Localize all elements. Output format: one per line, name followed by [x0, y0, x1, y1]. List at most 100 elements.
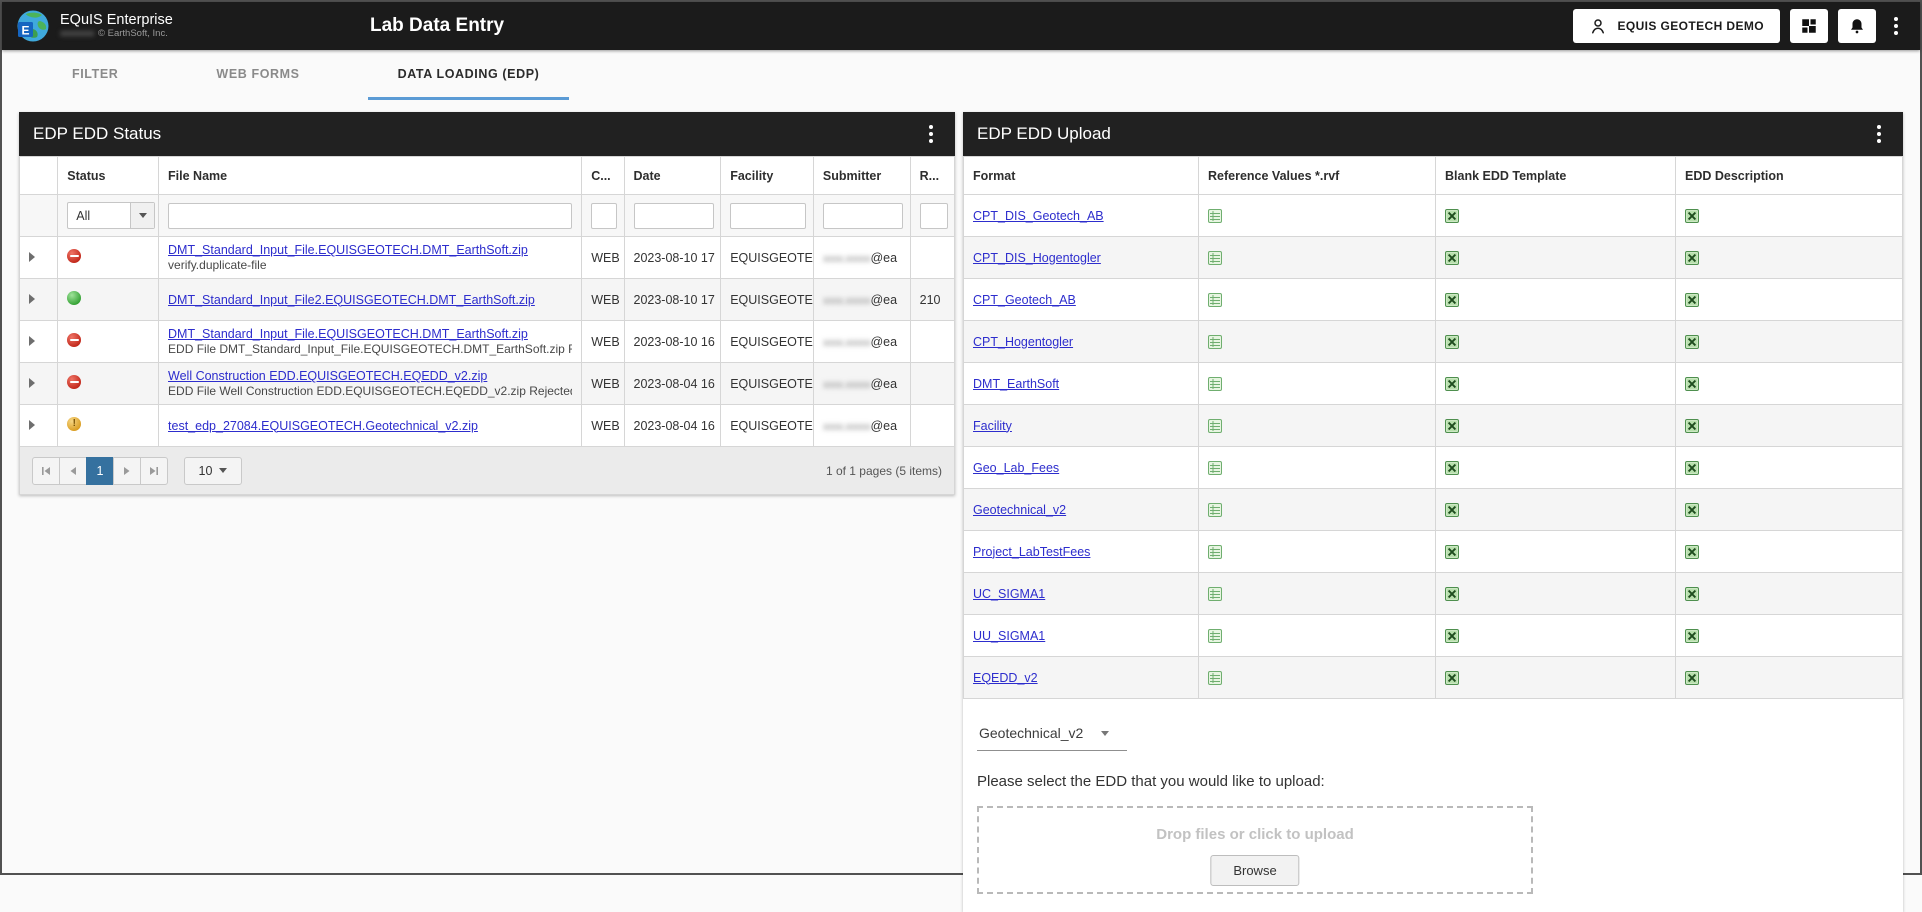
browse-button[interactable]: Browse	[1210, 855, 1299, 886]
user-menu-button[interactable]: EQUIS GEOTECH DEMO	[1573, 9, 1780, 43]
edd-file-link[interactable]: DMT_Standard_Input_File.EQUISGEOTECH.DMT…	[168, 243, 572, 257]
format-link[interactable]: CPT_Geotech_AB	[973, 293, 1189, 307]
rvf-table-icon[interactable]	[1208, 544, 1222, 558]
excel-file-icon[interactable]	[1445, 670, 1459, 684]
submitter-suffix: @ea	[870, 419, 897, 433]
rvf-table-icon[interactable]	[1208, 250, 1222, 264]
format-select-dropdown[interactable]: Geotechnical_v2	[977, 721, 1127, 751]
excel-file-icon[interactable]	[1445, 376, 1459, 390]
format-link[interactable]: CPT_DIS_Hogentogler	[973, 251, 1189, 265]
format-link[interactable]: Geo_Lab_Fees	[973, 461, 1189, 475]
rvf-table-icon[interactable]	[1208, 334, 1222, 348]
edd-file-link[interactable]: DMT_Standard_Input_File.EQUISGEOTECH.DMT…	[168, 327, 572, 341]
expand-row-icon[interactable]	[29, 420, 35, 430]
excel-file-icon[interactable]	[1445, 544, 1459, 558]
cell-submitter: xxxx.xxxxx@ea	[813, 279, 910, 321]
notifications-button[interactable]	[1838, 9, 1876, 43]
status-filter-select[interactable]: All	[67, 202, 155, 229]
r-filter-input[interactable]	[920, 203, 948, 229]
format-link[interactable]: EQEDD_v2	[973, 671, 1189, 685]
rvf-table-icon[interactable]	[1208, 208, 1222, 222]
page-size-select[interactable]: 10	[184, 457, 242, 485]
format-link[interactable]: Project_LabTestFees	[973, 545, 1189, 559]
excel-file-icon[interactable]	[1445, 586, 1459, 600]
excel-file-icon[interactable]	[1685, 502, 1699, 516]
edd-upload-row: EQEDD_v2	[964, 657, 1903, 699]
excel-file-icon[interactable]	[1445, 460, 1459, 474]
first-page-button[interactable]	[32, 457, 60, 485]
file-dropzone[interactable]: Drop files or click to upload Browse	[977, 806, 1533, 894]
status-panel-kebab-menu[interactable]	[921, 117, 941, 151]
prev-page-button[interactable]	[59, 457, 87, 485]
excel-file-icon[interactable]	[1685, 334, 1699, 348]
format-link[interactable]: Geotechnical_v2	[973, 503, 1189, 517]
col-status[interactable]: Status	[58, 157, 159, 195]
cell-date: 2023-08-10 16	[624, 321, 721, 363]
rvf-table-icon[interactable]	[1208, 292, 1222, 306]
format-link[interactable]: CPT_DIS_Geotech_AB	[973, 209, 1189, 223]
upload-panel-kebab-menu[interactable]	[1869, 117, 1889, 151]
excel-file-icon[interactable]	[1445, 334, 1459, 348]
topbar-kebab-menu[interactable]	[1886, 9, 1906, 43]
file-name-filter-input[interactable]	[168, 203, 572, 229]
expand-row-icon[interactable]	[29, 336, 35, 346]
excel-file-icon[interactable]	[1445, 208, 1459, 222]
cell-r	[910, 405, 954, 447]
excel-file-icon[interactable]	[1685, 586, 1699, 600]
rvf-table-icon[interactable]	[1208, 418, 1222, 432]
last-page-button[interactable]	[140, 457, 168, 485]
expand-row-icon[interactable]	[29, 378, 35, 388]
rvf-table-icon[interactable]	[1208, 376, 1222, 390]
rvf-table-icon[interactable]	[1208, 628, 1222, 642]
expand-row-icon[interactable]	[29, 294, 35, 304]
rvf-table-icon[interactable]	[1208, 460, 1222, 474]
edd-file-link[interactable]: test_edp_27084.EQUISGEOTECH.Geotechnical…	[168, 419, 572, 433]
bell-icon	[1848, 17, 1866, 35]
format-link[interactable]: UC_SIGMA1	[973, 587, 1189, 601]
page-number-button[interactable]: 1	[86, 457, 114, 485]
format-link[interactable]: CPT_Hogentogler	[973, 335, 1189, 349]
excel-file-icon[interactable]	[1685, 628, 1699, 642]
rvf-table-icon[interactable]	[1208, 670, 1222, 684]
tab-web-forms[interactable]: WEB FORMS	[186, 50, 329, 100]
excel-file-icon[interactable]	[1685, 544, 1699, 558]
col-date[interactable]: Date	[624, 157, 721, 195]
brand: E EQuIS Enterprise xxxxxxxx © EarthSoft,…	[16, 9, 173, 43]
excel-file-icon[interactable]	[1445, 250, 1459, 264]
edd-file-link[interactable]: Well Construction EDD.EQUISGEOTECH.EQEDD…	[168, 369, 572, 383]
excel-file-icon[interactable]	[1685, 670, 1699, 684]
expand-row-icon[interactable]	[29, 252, 35, 262]
format-link[interactable]: UU_SIGMA1	[973, 629, 1189, 643]
col-file-name[interactable]: File Name	[159, 157, 582, 195]
excel-file-icon[interactable]	[1445, 292, 1459, 306]
cell-r: 210	[910, 279, 954, 321]
excel-file-icon[interactable]	[1685, 292, 1699, 306]
tab-data-loading-edp[interactable]: DATA LOADING (EDP)	[368, 50, 570, 100]
excel-file-icon[interactable]	[1685, 250, 1699, 264]
next-page-button[interactable]	[113, 457, 141, 485]
col-submitter[interactable]: Submitter	[813, 157, 910, 195]
col-c[interactable]: C...	[582, 157, 624, 195]
submitter-filter-input[interactable]	[823, 203, 903, 229]
facility-filter-input[interactable]	[730, 203, 806, 229]
excel-file-icon[interactable]	[1685, 460, 1699, 474]
excel-file-icon[interactable]	[1685, 418, 1699, 432]
rvf-table-icon[interactable]	[1208, 502, 1222, 516]
format-link[interactable]: DMT_EarthSoft	[973, 377, 1189, 391]
col-r[interactable]: R...	[910, 157, 954, 195]
excel-file-icon[interactable]	[1445, 502, 1459, 516]
excel-file-icon[interactable]	[1445, 628, 1459, 642]
rvf-table-icon[interactable]	[1208, 586, 1222, 600]
edd-file-link[interactable]: DMT_Standard_Input_File2.EQUISGEOTECH.DM…	[168, 293, 572, 307]
date-filter-input[interactable]	[634, 203, 714, 229]
dashboards-button[interactable]	[1790, 9, 1828, 43]
excel-file-icon[interactable]	[1685, 376, 1699, 390]
excel-file-icon[interactable]	[1445, 418, 1459, 432]
col-facility[interactable]: Facility	[721, 157, 814, 195]
tab-filter[interactable]: FILTER	[42, 50, 148, 100]
chevron-down-icon	[1101, 731, 1109, 736]
c-filter-input[interactable]	[591, 203, 617, 229]
next-page-icon	[123, 466, 131, 476]
format-link[interactable]: Facility	[973, 419, 1189, 433]
excel-file-icon[interactable]	[1685, 208, 1699, 222]
